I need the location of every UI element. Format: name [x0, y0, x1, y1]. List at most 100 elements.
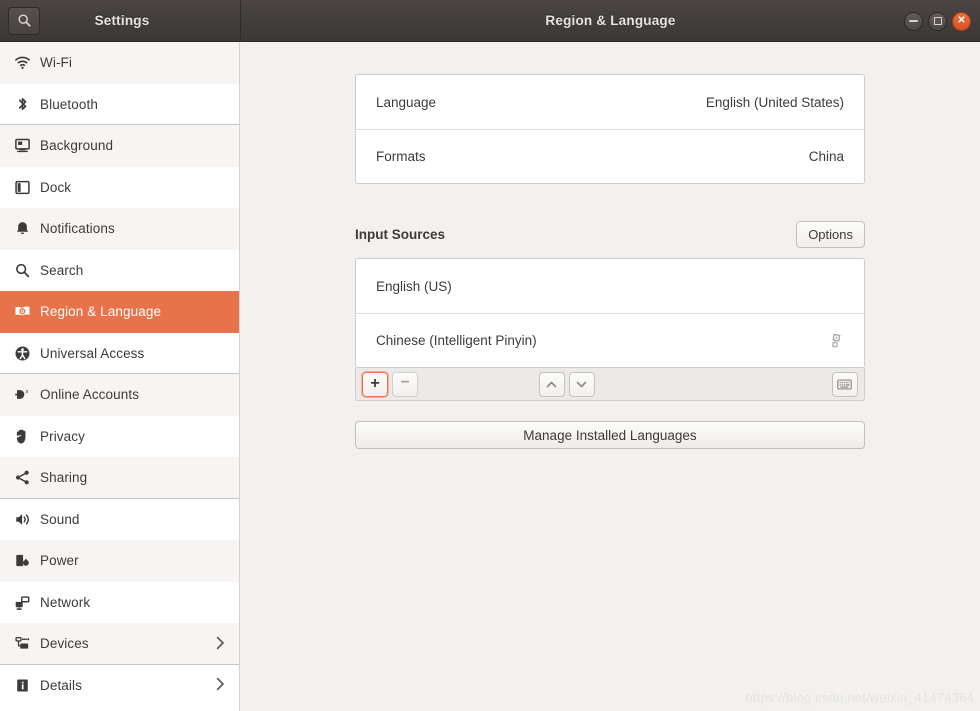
sidebar-item-label: Devices	[40, 636, 89, 651]
bell-icon-wrap	[14, 220, 40, 237]
sidebar: Wi-Fi Bluetooth Background Dock Notification…	[0, 42, 240, 711]
close-button[interactable]: ✕	[952, 12, 971, 31]
bluetooth-icon-wrap	[14, 96, 40, 113]
gear-icon	[828, 333, 844, 349]
input-sources-card: English (US) Chinese (Intelligent Pinyin)	[355, 258, 865, 368]
show-keyboard-layout-button[interactable]	[832, 372, 858, 397]
titlebar-left-section: Settings	[0, 0, 240, 41]
sidebar-item-bluetooth[interactable]: Bluetooth	[0, 84, 239, 126]
sidebar-item-label: Online Accounts	[40, 387, 139, 402]
window-body: Wi-Fi Bluetooth Background Dock Notification…	[0, 42, 980, 711]
sidebar-item-region-language[interactable]: Region & Language	[0, 291, 239, 333]
sidebar-item-label: Region & Language	[40, 304, 161, 319]
sidebar-item-label: Privacy	[40, 429, 85, 444]
sidebar-item-label: Wi-Fi	[40, 55, 72, 70]
sidebar-item-dock[interactable]: Dock	[0, 167, 239, 209]
settings-panel: Language English (United States) Formats…	[355, 42, 865, 449]
sidebar-item-power[interactable]: Power	[0, 540, 239, 582]
region-language-icon	[14, 303, 31, 320]
settings-title: Settings	[40, 13, 240, 28]
network-icon-wrap	[14, 594, 40, 611]
devices-icon-wrap	[14, 635, 40, 652]
locale-card: Language English (United States) Formats…	[355, 74, 865, 184]
chevron-up-icon	[545, 380, 558, 389]
accessibility-icon-wrap	[14, 345, 40, 362]
input-source-settings-button[interactable]	[828, 333, 844, 349]
sharing-icon-wrap	[14, 469, 40, 486]
minimize-icon	[909, 20, 918, 22]
input-sources-toolbar: + −	[355, 368, 865, 401]
input-source-row[interactable]: English (US)	[356, 259, 864, 313]
formats-row[interactable]: Formats China	[356, 129, 864, 183]
chevron-right-icon	[216, 677, 225, 693]
formats-label: Formats	[376, 149, 426, 164]
chevron-down-icon	[575, 380, 588, 389]
sidebar-item-label: Universal Access	[40, 346, 144, 361]
sidebar-item-details[interactable]: Details	[0, 665, 239, 707]
sidebar-item-label: Notifications	[40, 221, 115, 236]
input-source-row[interactable]: Chinese (Intelligent Pinyin)	[356, 313, 864, 367]
privacy-hand-icon-wrap	[14, 428, 40, 445]
search-icon	[14, 262, 31, 279]
online-accounts-icon-wrap: s	[14, 386, 40, 403]
chevron-right-icon	[216, 636, 225, 652]
sidebar-item-label: Sharing	[40, 470, 87, 485]
sidebar-item-online-accounts[interactable]: s Online Accounts	[0, 374, 239, 416]
manage-installed-languages-button[interactable]: Manage Installed Languages	[355, 421, 865, 449]
power-icon-wrap	[14, 552, 40, 569]
details-info-icon	[14, 677, 31, 694]
search-icon	[17, 13, 32, 28]
sidebar-item-label: Bluetooth	[40, 97, 98, 112]
move-up-button[interactable]	[539, 372, 565, 397]
maximize-icon	[934, 17, 942, 25]
reorder-buttons	[539, 372, 599, 397]
sidebar-item-network[interactable]: Network	[0, 582, 239, 624]
sidebar-item-label: Network	[40, 595, 90, 610]
region-language-icon-wrap	[14, 303, 40, 320]
content-area: Language English (United States) Formats…	[240, 42, 980, 711]
sidebar-item-sound[interactable]: Sound	[0, 499, 239, 541]
sidebar-item-devices[interactable]: Devices	[0, 623, 239, 665]
move-down-button[interactable]	[569, 372, 595, 397]
maximize-button[interactable]	[928, 12, 947, 31]
sidebar-item-notifications[interactable]: Notifications	[0, 208, 239, 250]
input-source-label: Chinese (Intelligent Pinyin)	[376, 333, 537, 348]
search-icon-wrap	[14, 262, 40, 279]
bluetooth-icon	[14, 96, 31, 113]
sidebar-item-label: Sound	[40, 512, 80, 527]
bell-icon	[14, 220, 31, 237]
input-sources-list: English (US) Chinese (Intelligent Pinyin)	[356, 259, 864, 367]
window-controls: ✕	[904, 0, 971, 42]
sidebar-item-label: Details	[40, 678, 82, 693]
sharing-icon	[14, 469, 31, 486]
input-sources-title: Input Sources	[355, 227, 445, 242]
sidebar-item-sharing[interactable]: Sharing	[0, 457, 239, 499]
sidebar-item-universal-access[interactable]: Universal Access	[0, 333, 239, 375]
language-value: English (United States)	[706, 95, 844, 110]
search-button[interactable]	[8, 7, 40, 35]
remove-input-source-button[interactable]: −	[392, 372, 418, 397]
input-sources-header: Input Sources Options	[355, 220, 865, 248]
sidebar-item-label: Power	[40, 553, 79, 568]
language-row[interactable]: Language English (United States)	[356, 75, 864, 129]
minimize-button[interactable]	[904, 12, 923, 31]
sidebar-item-wi-fi[interactable]: Wi-Fi	[0, 42, 239, 84]
sidebar-list: Wi-Fi Bluetooth Background Dock Notification…	[0, 42, 239, 706]
sidebar-item-privacy[interactable]: Privacy	[0, 416, 239, 458]
options-button[interactable]: Options	[796, 221, 865, 248]
wifi-icon-wrap	[14, 54, 40, 71]
online-accounts-icon: s	[14, 386, 31, 403]
minus-icon: −	[400, 375, 409, 391]
sidebar-item-label: Search	[40, 263, 83, 278]
sidebar-item-search[interactable]: Search	[0, 250, 239, 292]
add-input-source-button[interactable]: +	[362, 372, 388, 397]
sidebar-item-background[interactable]: Background	[0, 125, 239, 167]
page-title: Region & Language	[545, 13, 675, 28]
sidebar-item-label: Dock	[40, 180, 71, 195]
network-icon	[14, 594, 31, 611]
title-bar: Settings Region & Language ✕	[0, 0, 980, 42]
input-source-label: English (US)	[376, 279, 452, 294]
sound-icon	[14, 511, 31, 528]
sidebar-item-label: Background	[40, 138, 113, 153]
background-icon-wrap	[14, 137, 40, 154]
